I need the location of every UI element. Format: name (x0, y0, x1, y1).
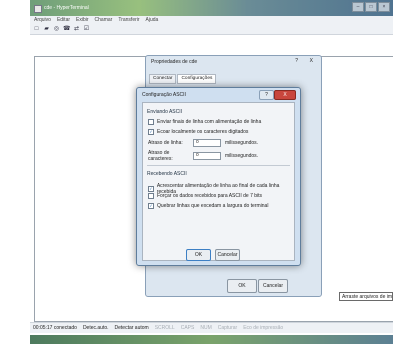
status-num: NUM (200, 325, 212, 331)
drag-files-tooltip: Arraste arquivos de im (339, 292, 393, 301)
line-delay-input[interactable]: 0 (193, 139, 221, 147)
disconnect-icon[interactable]: ☎ (63, 26, 70, 33)
wrap-lines-checkbox[interactable]: ✓ (148, 203, 154, 209)
properties-dialog-title: Propriedades de cde (151, 59, 198, 65)
ascii-close-button[interactable]: X (274, 90, 296, 100)
window-controls: – □ × (352, 2, 390, 12)
title-bar: cde - HyperTerminal – □ × (30, 0, 393, 16)
send-line-ends-label: Enviar finais de linha com alimentação d… (157, 119, 262, 125)
line-delay-unit: milissegundos. (225, 140, 259, 146)
close-window-button[interactable]: × (378, 2, 390, 12)
taskbar (30, 335, 393, 344)
toolbar: □ ▰ ◎ ☎ ⇄ ☑ (30, 25, 393, 35)
desktop-strip (0, 0, 30, 344)
echo-local-checkbox[interactable]: ✓ (148, 129, 154, 135)
properties-help-button[interactable]: ? (295, 58, 298, 64)
sending-group-label: Enviando ASCII (147, 109, 183, 115)
tab-configuracoes[interactable]: Configurações (177, 74, 217, 84)
char-delay-input[interactable]: 0 (193, 152, 221, 160)
receiving-group-label: Recebendo ASCII (147, 171, 187, 177)
menu-ajuda[interactable]: Ajuda (146, 16, 159, 25)
status-capture: Capturar (217, 325, 238, 331)
menu-editar[interactable]: Editar (57, 16, 70, 25)
ascii-ok-button[interactable]: OK (186, 249, 211, 261)
force-7bit-checkbox[interactable] (148, 193, 154, 199)
status-bar: 00:05:17 conectado Detec.auto. Detectar … (30, 322, 393, 333)
menu-arquivo[interactable]: Arquivo (34, 16, 51, 25)
minimize-button[interactable]: – (352, 2, 364, 12)
status-auto-detect-2: Detectar autom (114, 325, 149, 331)
new-icon[interactable]: □ (33, 26, 40, 33)
char-delay-unit: milissegundos. (225, 153, 259, 159)
ascii-dialog-body: Enviando ASCII Enviar finais de linha co… (142, 102, 295, 261)
ascii-setup-dialog: Configuração ASCII ? X Enviando ASCII En… (136, 87, 301, 266)
send-line-ends-checkbox[interactable] (148, 119, 154, 125)
ascii-dialog-title: Configuração ASCII (142, 92, 186, 98)
window-title: cde - HyperTerminal (44, 5, 89, 11)
receive-icon[interactable]: ☑ (83, 26, 90, 33)
status-auto-detect: Detec.auto. (82, 325, 109, 331)
send-icon[interactable]: ⇄ (73, 26, 80, 33)
status-print-echo: Eco de impressão (243, 325, 284, 331)
append-line-feeds-checkbox[interactable]: ✓ (148, 186, 154, 192)
ascii-help-button[interactable]: ? (259, 90, 274, 100)
properties-cancel-button[interactable]: Cancelar (258, 279, 288, 293)
maximize-button[interactable]: □ (365, 2, 377, 12)
menu-chamar[interactable]: Chamar (95, 16, 113, 25)
hyperterminal-icon (34, 5, 42, 13)
line-delay-label: Atraso de linha: (148, 140, 183, 146)
echo-local-label: Ecoar localmente os caracteres digitados (157, 129, 249, 135)
group-divider (147, 165, 290, 166)
wrap-lines-row[interactable]: ✓ Quebrar linhas que excedam a largura d… (148, 203, 268, 209)
force-7bit-label: Forçar os dados recebidos para ASCII de … (157, 193, 263, 199)
connection-time: 00:05:17 conectado (33, 325, 77, 331)
properties-close-button[interactable]: X (310, 58, 313, 64)
properties-ok-button[interactable]: OK (227, 279, 257, 293)
send-line-ends-row[interactable]: Enviar finais de linha com alimentação d… (148, 119, 261, 125)
menu-exibir[interactable]: Exibir (76, 16, 89, 25)
open-icon[interactable]: ▰ (43, 26, 50, 33)
tab-conectar[interactable]: Conectar (149, 74, 177, 84)
status-scroll: SCROLL (154, 325, 175, 331)
char-delay-label: Atraso de caracteres: (148, 150, 173, 162)
char-delay-row: Atraso de caracteres: 0 milissegundos. (148, 150, 258, 162)
properties-icon[interactable]: ◎ (53, 26, 60, 33)
ascii-cancel-button[interactable]: Cancelar (215, 249, 240, 261)
line-delay-row: Atraso de linha: 0 milissegundos. (148, 139, 258, 147)
status-caps: CAPS (180, 325, 195, 331)
menu-transferir[interactable]: Transferir (118, 16, 139, 25)
wrap-lines-label: Quebrar linhas que excedam a largura do … (157, 203, 269, 209)
menu-bar: Arquivo Editar Exibir Chamar Transferir … (30, 16, 393, 25)
properties-tabs: Conectar Configurações (149, 74, 217, 84)
echo-local-row[interactable]: ✓ Ecoar localmente os caracteres digitad… (148, 129, 248, 135)
force-7bit-row[interactable]: Forçar os dados recebidos para ASCII de … (148, 193, 262, 199)
